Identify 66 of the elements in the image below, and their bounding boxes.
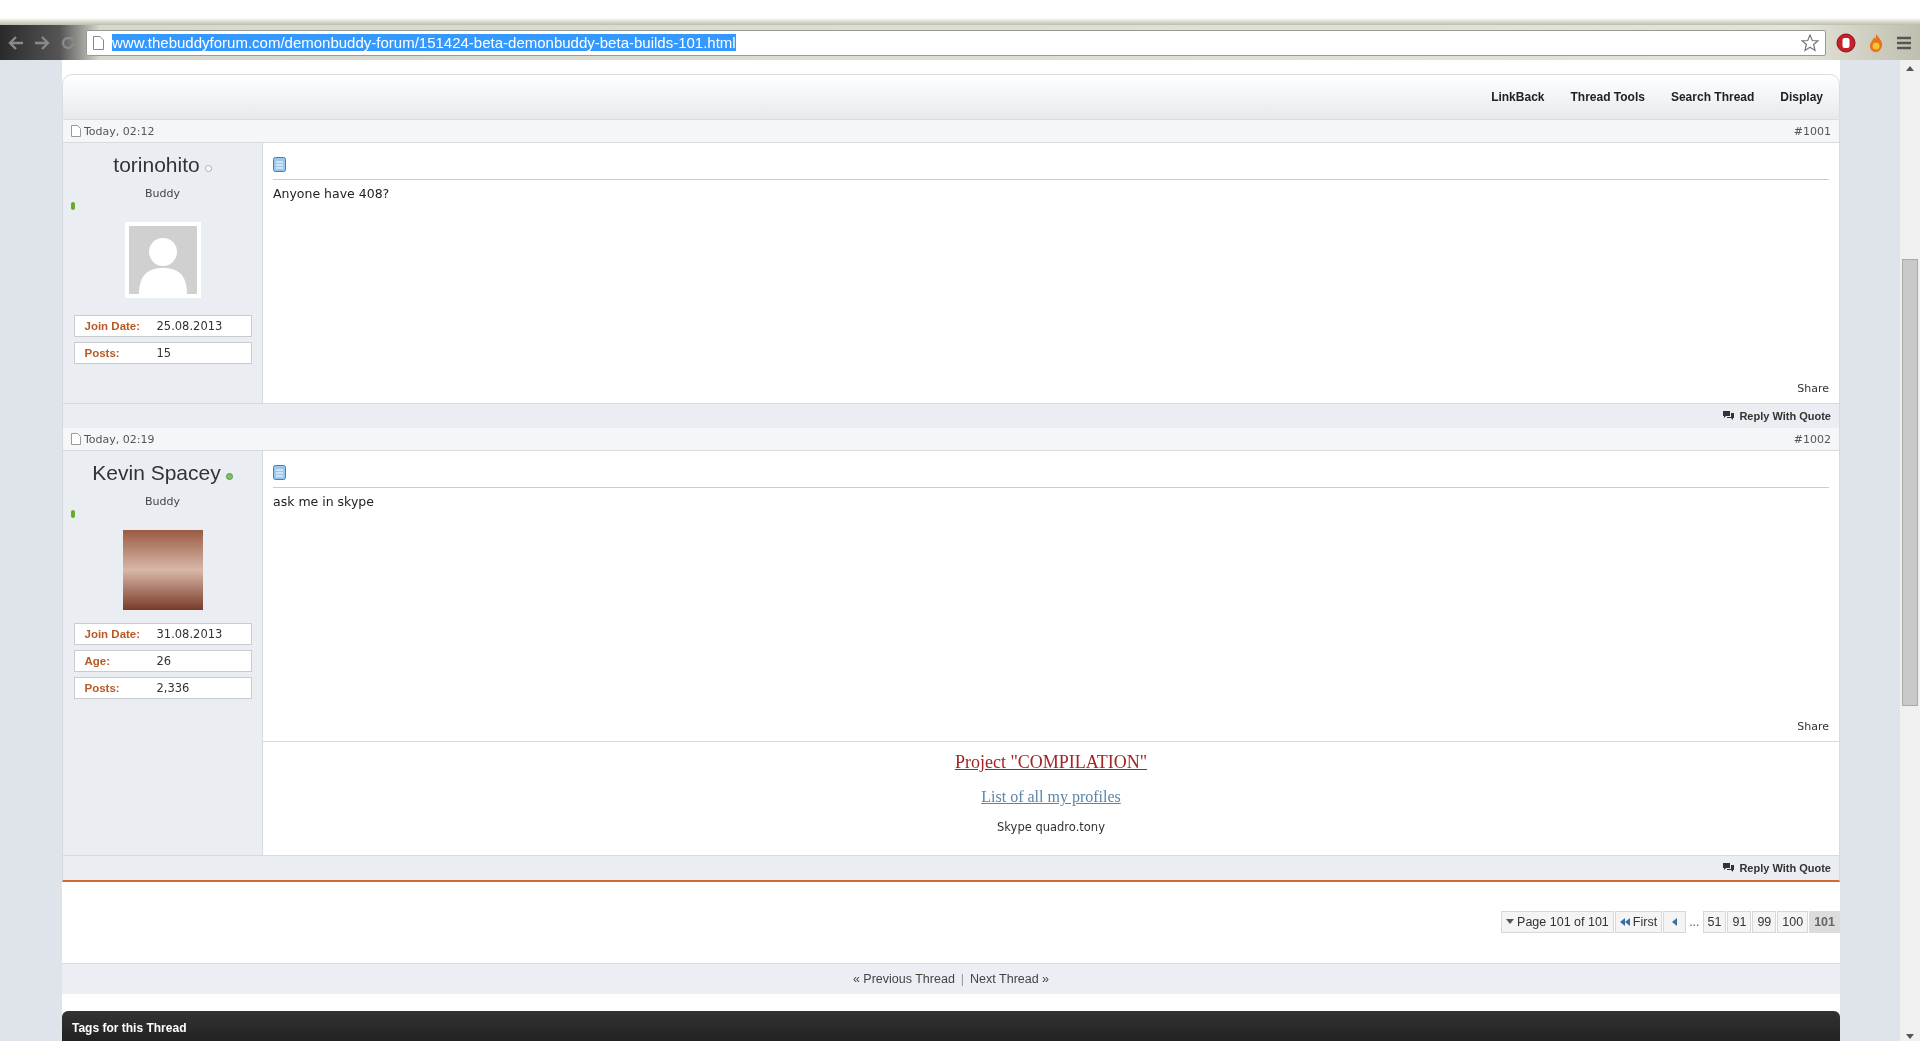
page-icon (71, 433, 81, 445)
post-date: Today, 02:19 (84, 432, 155, 446)
scrollbar-thumb[interactable] (1902, 259, 1918, 706)
stat-value: 25.08.2013 (156, 319, 223, 333)
previous-thread-link[interactable]: « Previous Thread (852, 971, 955, 986)
signature-text: Skype quadro.tony (997, 820, 1105, 834)
forward-icon[interactable] (34, 35, 50, 50)
reply-with-quote-button[interactable]: Reply With Quote (1722, 862, 1831, 874)
page-icon (71, 125, 81, 137)
page-icon (93, 35, 104, 50)
post-message: Anyone have 408? (273, 186, 391, 201)
thread-tool-link[interactable]: LinkBack (1491, 90, 1545, 104)
signature-link[interactable]: Project "COMPILATION" (954, 752, 1148, 773)
user-rank: Buddy (145, 187, 180, 200)
post-number-link[interactable]: #1002 (1793, 432, 1831, 446)
page-jump-dropdown[interactable]: Page 101 of 101 (1501, 911, 1614, 934)
url-text: www.thebuddyforum.com/demonbuddy-forum/151424-beta-demonbuddy-beta-builds-101.html (112, 34, 736, 51)
speech-bubbles-icon (1722, 862, 1736, 874)
pagination-ellipsis: ... (1688, 915, 1701, 930)
stat-label: Join Date: (84, 320, 142, 332)
thread-tool-link[interactable]: Display (1780, 90, 1823, 104)
stat-value: 2,336 (156, 681, 190, 695)
first-page-button[interactable]: First (1614, 911, 1663, 934)
post-icon (273, 157, 286, 172)
thread-tool-link[interactable]: Thread Tools (1570, 90, 1645, 104)
speech-bubbles-icon (1722, 410, 1736, 422)
scrollbar[interactable] (1900, 60, 1920, 1041)
scroll-up-icon[interactable] (1906, 66, 1914, 71)
stat-value: 15 (156, 346, 172, 360)
page-number-button[interactable]: 91 (1727, 911, 1752, 934)
post-date: Today, 02:12 (84, 124, 155, 138)
stat-label: Join Date: (84, 628, 142, 640)
username-link[interactable]: torinohito (113, 153, 200, 177)
post-number-link[interactable]: #1001 (1793, 124, 1831, 138)
menu-icon[interactable] (1896, 35, 1912, 50)
signature-link[interactable]: List of all my profiles (981, 788, 1121, 806)
arrow-left-icon (1672, 918, 1678, 927)
page-number-button[interactable]: 100 (1777, 911, 1809, 934)
post-icon (273, 465, 286, 480)
stat-value: 31.08.2013 (156, 627, 223, 641)
stat-label: Age: (84, 655, 112, 667)
tags-heading: Tags for this Thread (72, 1021, 187, 1035)
caret-icon (1506, 919, 1515, 926)
star-icon[interactable] (1801, 33, 1819, 52)
scroll-down-icon[interactable] (1906, 1034, 1914, 1039)
stat-label: Posts: (84, 682, 121, 694)
stat-value: 26 (156, 654, 172, 668)
next-thread-link[interactable]: Next Thread » (970, 971, 1050, 986)
default-avatar-icon (124, 222, 201, 298)
page-number-button[interactable]: 51 (1702, 911, 1727, 934)
nav-separator: | (960, 971, 965, 986)
double-arrow-left-icon (1619, 918, 1630, 927)
reply-with-quote-button[interactable]: Reply With Quote (1722, 410, 1831, 422)
page-number-button[interactable]: 101 (1809, 911, 1840, 934)
reputation-bar-icon (71, 510, 75, 518)
username-link[interactable]: Kevin Spacey (92, 461, 221, 485)
reputation-bar-icon (71, 202, 75, 210)
user-rank: Buddy (145, 495, 180, 508)
back-icon[interactable] (8, 35, 24, 50)
page-number-button[interactable]: 99 (1752, 911, 1777, 934)
thread-tool-link[interactable]: Search Thread (1670, 90, 1755, 104)
post-message: ask me in skype (273, 494, 375, 509)
share-link[interactable]: Share (1797, 720, 1829, 733)
stat-label: Posts: (84, 347, 121, 359)
share-link[interactable]: Share (1797, 382, 1829, 395)
previous-page-button[interactable] (1663, 911, 1687, 934)
